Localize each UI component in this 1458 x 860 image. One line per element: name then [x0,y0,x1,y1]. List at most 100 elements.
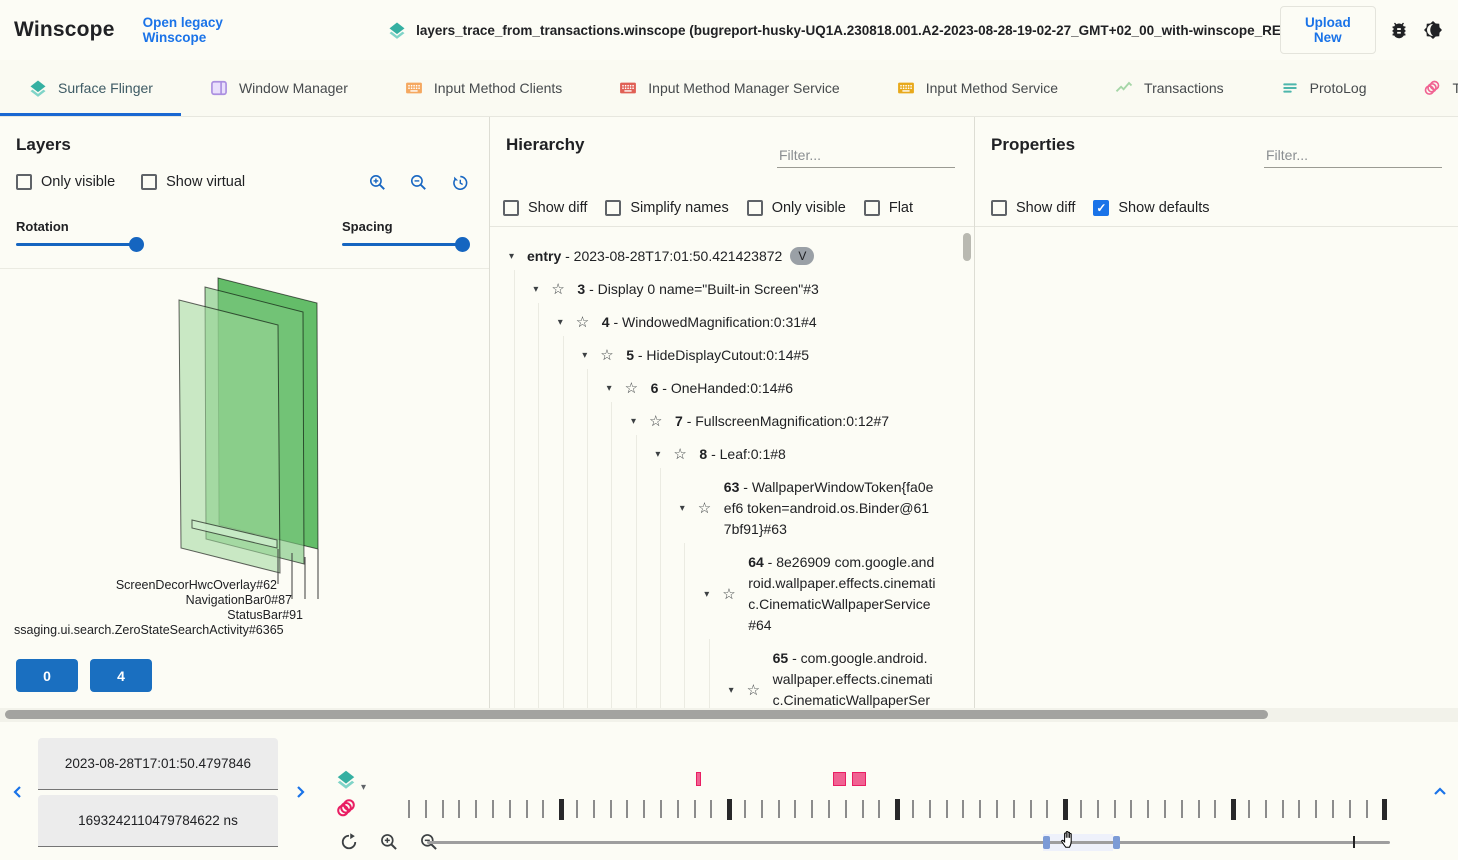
show-diff-checkbox[interactable]: Show diff [991,200,1075,216]
timeline-tick[interactable] [811,800,813,818]
timeline-tick[interactable] [1265,800,1267,818]
tree-node[interactable]: ▾☆ 5 - HideDisplayCutout:0:14#5 [503,339,936,372]
timeline-tick[interactable] [1366,800,1368,818]
timeline-ruler[interactable] [0,722,1458,860]
bug-report-icon[interactable] [1388,19,1410,41]
layers-3d-canvas[interactable] [0,268,489,598]
tab-input-method-clients[interactable]: Input Method Clients [376,60,590,116]
timeline-tick[interactable] [996,800,998,818]
tab-transactions[interactable]: Transactions [1086,60,1252,116]
show-defaults-checkbox[interactable]: Show defaults [1093,200,1209,216]
tab-transitions[interactable]: Tra [1394,60,1458,116]
timeline-tick[interactable] [677,800,679,818]
timeline-tick[interactable] [1080,800,1082,818]
show-diff-checkbox[interactable]: Show diff [503,200,587,216]
tab-protolog[interactable]: ProtoLog [1252,60,1395,116]
simplify-names-checkbox[interactable]: Simplify names [605,200,728,216]
range-slider-handle-left[interactable] [1043,836,1050,849]
rotation-thumb[interactable] [129,237,144,252]
star-icon[interactable]: ☆ [722,584,748,605]
timeline-tick[interactable] [1282,800,1284,818]
star-icon[interactable]: ☆ [551,279,577,300]
timeline-tick[interactable] [1147,800,1149,818]
timeline-tick[interactable] [458,800,460,818]
timeline-tick[interactable] [727,799,732,820]
timeline-tick[interactable] [1063,799,1068,820]
tree-node[interactable]: ▾☆ 4 - WindowedMagnification:0:31#4 [503,306,936,339]
star-icon[interactable]: ☆ [625,378,651,399]
chevron-up-icon[interactable] [1432,784,1448,800]
timeline-tick[interactable] [1013,800,1015,818]
display-button-0[interactable]: 0 [16,659,78,692]
only-visible-checkbox[interactable]: Only visible [747,200,846,216]
timeline-tick[interactable] [912,800,914,818]
timeline-tick[interactable] [1046,800,1048,818]
timeline-tick[interactable] [761,800,763,818]
show-virtual-checkbox[interactable]: Show virtual [141,174,245,190]
dark-mode-icon[interactable] [1422,19,1444,41]
timeline-tick[interactable] [1097,800,1099,818]
timeline-tick[interactable] [946,800,948,818]
tab-input-method-service[interactable]: Input Method Service [868,60,1086,116]
timeline-tick[interactable] [1298,800,1300,818]
tree-node[interactable]: ▾☆ 3 - Display 0 name="Built-in Screen"#… [503,273,936,306]
rotation-slider[interactable]: Rotation [16,219,140,246]
timeline-tick[interactable] [979,800,981,818]
tab-surface-flinger[interactable]: Surface Flinger [0,60,181,116]
tree-node[interactable]: ▾☆ 63 - WallpaperWindowToken{fa0eef6 tok… [503,471,936,546]
expand-arrow-icon[interactable]: ▾ [625,411,649,432]
rotation-track[interactable] [16,243,140,246]
timeline-tick[interactable] [1114,800,1116,818]
timeline-tick[interactable] [878,800,880,818]
transition-marker[interactable] [696,772,701,786]
horizontal-scrollbar-thumb[interactable] [5,710,1268,719]
checkbox-box[interactable] [991,200,1007,216]
star-icon[interactable]: ☆ [673,444,699,465]
range-slider-handle-right[interactable] [1113,836,1120,849]
timeline-tick[interactable] [1231,799,1236,820]
timeline-tick[interactable] [1248,800,1250,818]
star-icon[interactable]: ☆ [747,680,773,701]
only-visible-checkbox[interactable]: Only visible [16,174,115,190]
tree-node-entry[interactable]: ▾ entry - 2023-08-28T17:01:50.421423872V [503,240,936,273]
tab-window-manager[interactable]: Window Manager [181,60,376,116]
tree-node[interactable]: ▾☆ 65 - com.google.android.wallpaper.eff… [503,642,936,708]
timeline-tick[interactable] [1198,800,1200,818]
expand-arrow-icon[interactable]: ▾ [552,312,576,333]
spacing-thumb[interactable] [455,237,470,252]
horizontal-scrollbar[interactable] [0,708,1458,722]
timeline-tick[interactable] [542,800,544,818]
timeline-tick[interactable] [526,800,528,818]
timeline-tick[interactable] [425,800,427,818]
checkbox-box[interactable] [747,200,763,216]
timeline-tick[interactable] [1315,800,1317,818]
timeline-tick[interactable] [408,800,410,818]
timeline-tick[interactable] [593,800,595,818]
timeline-tick[interactable] [610,800,612,818]
timeline-tick[interactable] [576,800,578,818]
star-icon[interactable]: ☆ [698,498,724,519]
timeline-tick[interactable] [626,800,628,818]
spacing-slider[interactable]: Spacing [342,219,466,246]
checkbox-box[interactable] [1093,200,1109,216]
checkbox-box[interactable] [16,174,32,190]
checkbox-box[interactable] [605,200,621,216]
open-legacy-link[interactable]: Open legacy Winscope [143,15,278,45]
timeline-tick[interactable] [778,800,780,818]
hierarchy-filter-input[interactable] [777,143,955,168]
display-button-4[interactable]: 4 [90,659,152,692]
zoom-out-icon[interactable] [409,173,428,192]
timeline-tick[interactable] [744,800,746,818]
timeline-tick[interactable] [475,800,477,818]
spacing-track[interactable] [342,243,466,246]
star-icon[interactable]: ☆ [600,345,626,366]
timeline-tick[interactable] [694,800,696,818]
range-slider-track[interactable] [427,841,1390,844]
tree-node[interactable]: ▾☆ 8 - Leaf:0:1#8 [503,438,936,471]
timeline-tick[interactable] [1214,800,1216,818]
timeline-tick[interactable] [1332,800,1334,818]
star-icon[interactable]: ☆ [649,411,675,432]
timeline-tick[interactable] [1382,799,1387,820]
tree-node[interactable]: ▾☆ 7 - FullscreenMagnification:0:12#7 [503,405,936,438]
expand-arrow-icon[interactable]: ▾ [723,680,747,701]
